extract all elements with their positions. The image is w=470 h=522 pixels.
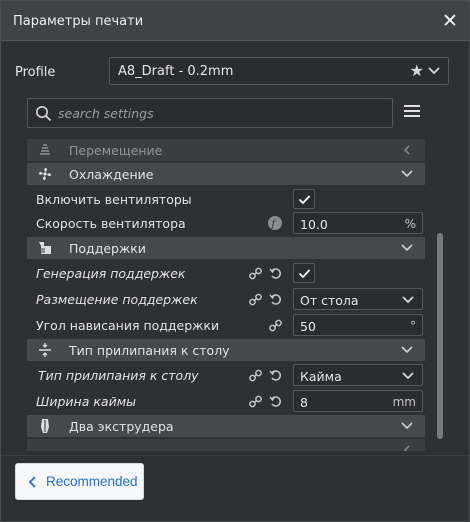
category-label: Поддержки <box>69 241 146 256</box>
support-icon <box>39 242 51 254</box>
chevron-down-icon <box>401 170 413 178</box>
setting-label: Скорость вентилятора <box>36 216 186 231</box>
setting-row-support-angle: Угол нависания поддержки 50 ° <box>27 313 425 337</box>
link-icon[interactable] <box>249 395 262 408</box>
close-icon[interactable]: ✕ <box>439 10 461 32</box>
category-support[interactable]: Поддержки <box>27 237 425 259</box>
category-partially-visible[interactable] <box>27 439 425 451</box>
enable-fans-checkbox[interactable] <box>293 189 315 209</box>
profile-value: A8_Draft - 0.2mm <box>118 64 234 79</box>
reset-icon[interactable] <box>269 369 282 382</box>
footer-divider <box>1 455 469 456</box>
setting-row-support-placement: Размещение поддержек От стола <box>27 287 425 311</box>
window-title: Параметры печати <box>13 14 144 29</box>
category-adhesion[interactable]: Тип прилипания к столу <box>27 339 425 361</box>
chevron-down-icon <box>401 244 413 252</box>
category-dual-extrusion[interactable]: Два экструдера <box>27 415 425 437</box>
category-movement[interactable]: Перемещение <box>27 139 425 161</box>
setting-label: Генерация поддержек <box>36 266 186 281</box>
search-icon <box>36 106 52 122</box>
search-placeholder: search settings <box>58 106 154 121</box>
setting-row-adhesion-type: Тип прилипания к столу Кайма <box>27 363 425 387</box>
chevron-down-icon <box>401 346 413 354</box>
checkmark-icon <box>298 195 311 205</box>
title-bar: Параметры печати ✕ <box>1 1 469 41</box>
link-icon[interactable] <box>249 293 262 306</box>
recommended-button[interactable]: Recommended <box>15 463 144 500</box>
input-value: 50 <box>300 319 316 334</box>
search-field[interactable]: search settings <box>27 98 393 128</box>
link-icon[interactable] <box>249 267 262 280</box>
fan-speed-input[interactable]: 10.0 % <box>293 212 423 234</box>
chevron-down-icon <box>402 372 414 380</box>
category-label: Перемещение <box>69 143 163 158</box>
chevron-down-icon <box>401 422 413 430</box>
checkmark-icon <box>298 269 311 279</box>
dropdown-value: От стола <box>300 293 359 308</box>
input-unit: ° <box>410 319 416 333</box>
category-label: Два экструдера <box>69 419 174 434</box>
adhesion-icon <box>39 343 51 357</box>
svg-text:f: f <box>271 219 278 230</box>
dual-extruder-icon <box>41 419 49 433</box>
setting-row-generate-support: Генерация поддержек <box>27 261 425 285</box>
star-icon[interactable]: ★ <box>410 61 424 80</box>
category-label: Тип прилипания к столу <box>69 343 230 358</box>
chevron-down-icon <box>402 296 414 304</box>
fan-icon <box>39 168 51 180</box>
print-settings-window: Параметры печати ✕ Profile A8_Draft - 0.… <box>0 0 470 522</box>
setting-label: Угол нависания поддержки <box>36 318 220 333</box>
category-label: Охлаждение <box>69 167 154 182</box>
setting-row-brim-width: Ширина каймы 8 mm <box>27 389 425 413</box>
setting-label: Тип прилипания к столу <box>38 368 199 383</box>
setting-label: Включить вентиляторы <box>36 192 192 207</box>
setting-label: Размещение поддержек <box>36 292 198 307</box>
setting-row-fan-speed: Скорость вентилятора f 10.0 % <box>27 211 425 235</box>
adhesion-type-dropdown[interactable]: Кайма <box>293 364 423 386</box>
function-icon[interactable]: f <box>268 216 282 230</box>
reset-icon[interactable] <box>269 395 282 408</box>
settings-scrollbar[interactable] <box>437 233 443 439</box>
input-value: 10.0 <box>300 217 328 232</box>
movement-icon <box>40 144 50 155</box>
chevron-down-icon <box>428 67 440 75</box>
reset-icon[interactable] <box>269 267 282 280</box>
link-icon[interactable] <box>249 369 262 382</box>
input-unit: % <box>404 217 416 231</box>
link-icon[interactable] <box>269 319 282 332</box>
chevron-left-icon <box>403 145 410 155</box>
chevron-left-icon <box>403 445 410 451</box>
category-cooling[interactable]: Охлаждение <box>27 163 425 185</box>
profile-selector[interactable]: A8_Draft - 0.2mm ★ <box>109 57 449 85</box>
dropdown-value: Кайма <box>300 369 342 384</box>
settings-visibility-menu-icon[interactable] <box>404 105 420 119</box>
profile-label: Profile <box>15 65 56 80</box>
chevron-left-icon <box>28 476 36 488</box>
recommended-button-label: Recommended <box>46 474 138 489</box>
reset-icon[interactable] <box>269 293 282 306</box>
setting-row-enable-fans: Включить вентиляторы <box>27 187 425 211</box>
support-placement-dropdown[interactable]: От стола <box>293 288 423 310</box>
generate-support-checkbox[interactable] <box>293 263 315 283</box>
brim-width-input[interactable]: 8 mm <box>293 390 423 412</box>
setting-label: Ширина каймы <box>36 394 136 409</box>
input-unit: mm <box>392 395 416 409</box>
input-value: 8 <box>300 395 308 410</box>
support-angle-input[interactable]: 50 ° <box>293 314 423 336</box>
settings-list[interactable]: Перемещение Охлаждение Включить вентилят… <box>27 139 425 451</box>
